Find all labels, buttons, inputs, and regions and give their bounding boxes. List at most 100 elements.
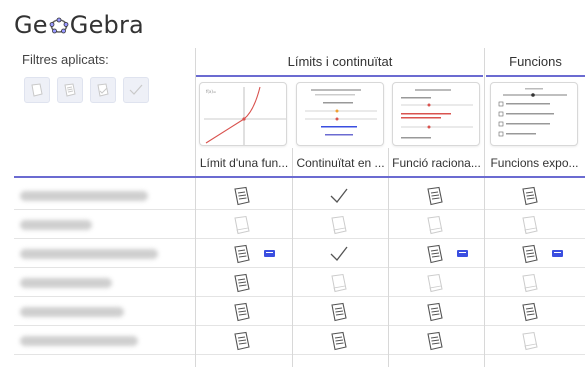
table-row: [14, 326, 585, 355]
empty-book-icon: [331, 273, 347, 292]
column-label-3[interactable]: Funció raciona...: [390, 156, 483, 170]
submission-cell[interactable]: [388, 326, 482, 355]
column-divider: [195, 178, 196, 367]
check-icon: [330, 188, 348, 203]
column-divider: [195, 48, 196, 176]
table-row: [14, 210, 585, 239]
hand-in-icon: [522, 186, 538, 205]
filter-correct-button[interactable]: [123, 77, 149, 103]
filter-empty-button[interactable]: [24, 77, 50, 103]
hand-in-icon: [234, 302, 250, 321]
empty-book-icon: [522, 331, 538, 350]
geogebra-ring-icon: [49, 17, 69, 34]
submission-cell[interactable]: [292, 210, 386, 239]
column-label-2[interactable]: Continuïtat en ...: [294, 156, 387, 170]
hand-in-icon: [427, 302, 443, 321]
hand-in-icon: [234, 273, 250, 292]
empty-book-icon: [331, 215, 347, 234]
message-icon[interactable]: [264, 250, 275, 257]
submission-cell[interactable]: [483, 268, 577, 297]
hand-in-icon: [522, 302, 538, 321]
column-label-1[interactable]: Límit d'una fun...: [197, 156, 291, 170]
hand-in-icon: [427, 186, 443, 205]
text-thumbnail-icon: [305, 89, 377, 136]
filter-submitted-button[interactable]: [57, 77, 83, 103]
submission-cell[interactable]: [292, 326, 386, 355]
submission-cell[interactable]: [292, 181, 386, 210]
empty-book-icon: [427, 273, 443, 292]
student-name-redacted[interactable]: [20, 249, 158, 259]
activity-thumbnail-3[interactable]: [392, 82, 480, 146]
submission-cell[interactable]: [483, 297, 577, 326]
submission-cell[interactable]: [195, 210, 289, 239]
hand-in-icon: [234, 186, 250, 205]
submission-cell[interactable]: [388, 268, 482, 297]
activity-thumbnail-1[interactable]: f(x)=: [199, 82, 287, 146]
message-icon[interactable]: [457, 250, 468, 257]
group-underline-limits: [196, 75, 483, 77]
table-header-underline: [14, 176, 585, 178]
table-row: [14, 239, 585, 268]
column-label-4[interactable]: Funcions expo...: [486, 156, 583, 170]
logo-text-left: Ge: [14, 11, 48, 39]
column-divider: [388, 148, 389, 176]
column-divider: [388, 178, 389, 367]
message-icon[interactable]: [552, 250, 563, 257]
hand-in-icon: [522, 244, 538, 263]
activity-thumbnail-2[interactable]: [296, 82, 384, 146]
group-header-functions: Funcions: [509, 53, 562, 69]
submission-cell[interactable]: [483, 210, 577, 239]
hand-in-icon: [234, 331, 250, 350]
geogebra-logo: Ge Gebra: [14, 10, 144, 40]
checklist-thumbnail-icon: [498, 88, 567, 137]
column-divider: [292, 148, 293, 176]
submission-cell[interactable]: [195, 181, 289, 210]
table-row: [14, 268, 585, 297]
submission-cell[interactable]: [388, 210, 482, 239]
check-icon: [129, 84, 143, 95]
submission-cell[interactable]: [195, 268, 289, 297]
table-row: [14, 181, 585, 210]
submission-cell[interactable]: [483, 181, 577, 210]
table-row: [14, 297, 585, 326]
filters-label: Filtres aplicats:: [22, 52, 109, 67]
svg-text:f(x)=: f(x)=: [206, 89, 216, 94]
empty-book-icon: [234, 215, 250, 234]
hand-in-icon: [427, 244, 443, 263]
text-thumbnail-icon: [401, 89, 473, 139]
hand-in-icon: [234, 244, 250, 263]
student-name-redacted[interactable]: [20, 191, 148, 201]
hand-in-icon: [427, 331, 443, 350]
empty-book-icon: [31, 83, 43, 97]
hand-in-check-icon: [97, 83, 109, 97]
student-name-redacted[interactable]: [20, 307, 124, 317]
filter-reviewed-button[interactable]: [90, 77, 116, 103]
submission-cell[interactable]: [292, 297, 386, 326]
empty-book-icon: [427, 215, 443, 234]
column-divider: [484, 48, 485, 176]
submission-cell[interactable]: [292, 268, 386, 297]
group-underline-functions: [486, 75, 585, 77]
submission-cell[interactable]: [388, 297, 482, 326]
check-icon: [330, 246, 348, 261]
submission-cell[interactable]: [483, 326, 577, 355]
filter-icons: [24, 77, 149, 103]
activity-thumbnail-4[interactable]: [490, 82, 578, 146]
submission-cell[interactable]: [195, 297, 289, 326]
empty-book-icon: [522, 215, 538, 234]
student-name-redacted[interactable]: [20, 220, 92, 230]
submission-cell[interactable]: [292, 239, 386, 268]
student-name-redacted[interactable]: [20, 278, 112, 288]
column-divider: [484, 178, 485, 367]
submission-cell[interactable]: [388, 181, 482, 210]
graph-thumbnail-icon: f(x)=: [204, 86, 286, 145]
hand-in-icon: [331, 302, 347, 321]
student-name-redacted[interactable]: [20, 336, 138, 346]
hand-in-icon: [331, 331, 347, 350]
hand-in-icon: [64, 83, 76, 97]
group-header-limits: Límits i continuïtat: [287, 53, 393, 69]
empty-book-icon: [522, 273, 538, 292]
submission-cell[interactable]: [195, 326, 289, 355]
column-divider: [292, 178, 293, 367]
logo-text-right: Gebra: [69, 11, 144, 39]
